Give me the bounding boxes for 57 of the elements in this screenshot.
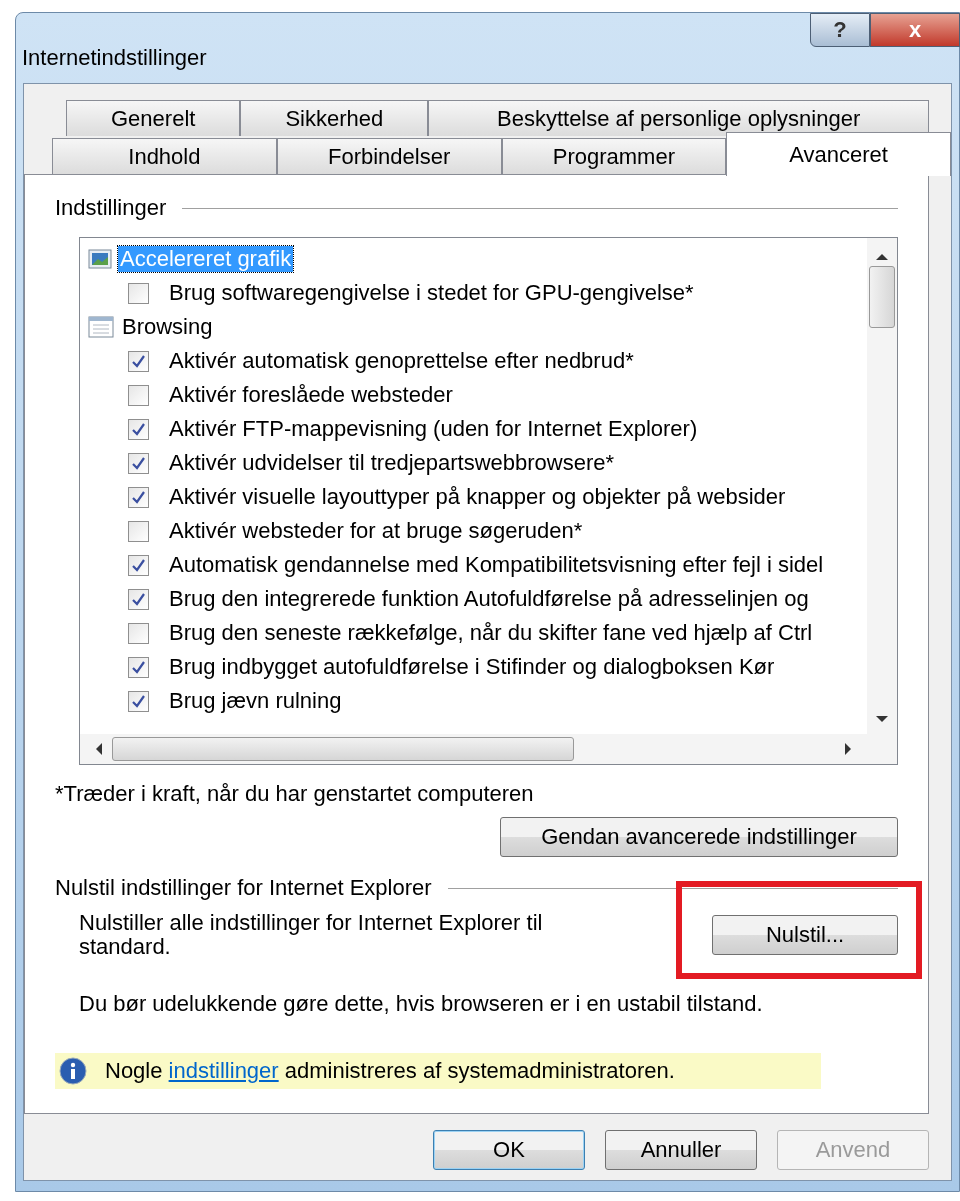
checkbox-label: Brug jævn rulning: [169, 688, 342, 714]
scroll-up-arrow-icon[interactable]: [876, 252, 888, 260]
checkbox[interactable]: [128, 588, 149, 610]
scroll-right-arrow-icon[interactable]: [845, 743, 853, 755]
dialog-button[interactable]: OK: [433, 1130, 585, 1170]
settings-link[interactable]: indstillinger: [168, 1058, 279, 1083]
checkbox-label: Aktivér foreslåede websteder: [169, 382, 453, 408]
tab[interactable]: Forbindelser: [276, 138, 502, 174]
checkbox-label: Aktivér websteder for at bruge søgeruden*: [169, 518, 583, 544]
scroll-left-arrow-icon[interactable]: [94, 743, 102, 755]
checkbox[interactable]: [128, 418, 149, 440]
window-title: Internetindstillinger: [22, 45, 207, 71]
checkbox-label: Aktivér visuelle layouttyper på knapper og objekter på websider: [169, 484, 786, 510]
checkbox[interactable]: [128, 350, 149, 372]
group-title: Indstillinger: [55, 195, 167, 221]
warning-text: Du bør udelukkende gøre dette, hvis browseren er i en ustabil tilstand.: [79, 991, 764, 1017]
checkbox-label: Brug indbygget autofuldførelse i Stifinder og dialogboksen Kør: [169, 654, 775, 680]
checkbox-label: Brug den seneste rækkefølge, når du skifter fane ved hjælp af Ctrl: [169, 620, 813, 646]
tab[interactable]: Sikkerhed: [240, 100, 429, 136]
tab[interactable]: Programmer: [501, 138, 727, 174]
info-icon: [59, 1057, 87, 1085]
tab[interactable]: Generelt: [66, 100, 241, 136]
checkbox[interactable]: [128, 554, 149, 576]
checkbox-label: Aktivér udvidelser til tredjepartswebbrowsere*: [169, 450, 615, 476]
checkbox[interactable]: [128, 656, 149, 678]
vertical-scrollbar[interactable]: [867, 238, 897, 734]
checkbox[interactable]: [128, 486, 149, 508]
checkbox-label: Aktivér automatisk genoprettelse efter nedbrud*: [169, 348, 634, 374]
tab[interactable]: Avanceret: [726, 132, 951, 176]
picture-icon: [88, 249, 112, 269]
checkbox-label: Aktivér FTP-mappevisning (uden for Internet Explorer): [169, 416, 698, 442]
checkbox[interactable]: [128, 384, 149, 406]
scroll-thumb[interactable]: [869, 266, 895, 328]
help-button[interactable]: ?: [810, 13, 870, 47]
tab[interactable]: Indhold: [52, 138, 277, 174]
checkbox[interactable]: [128, 690, 149, 712]
dialog-button[interactable]: Annuller: [605, 1130, 757, 1170]
scroll-down-arrow-icon[interactable]: [876, 716, 888, 724]
group-title: Nulstil indstillinger for Internet Explorer: [55, 875, 432, 901]
checkbox[interactable]: [128, 282, 149, 304]
footnote: *Træder i kraft, når du har genstartet computeren: [55, 781, 535, 807]
category-item[interactable]: Browsing: [120, 314, 215, 340]
horizontal-scrollbar[interactable]: [80, 734, 867, 764]
restore-button[interactable]: Gendan avancerede indstillinger: [500, 817, 898, 857]
scroll-thumb[interactable]: [112, 737, 574, 761]
checkbox-label: Brug softwaregengivelse i stedet for GPU-gengivelse*: [169, 280, 694, 306]
checkbox[interactable]: [128, 622, 149, 644]
window-icon: [88, 316, 114, 338]
checkbox[interactable]: [128, 520, 149, 542]
info-text: Nogle indstillinger administreres af systemadministratoren.: [105, 1058, 675, 1084]
checkbox[interactable]: [128, 452, 149, 474]
reset-button[interactable]: Nulstil...: [712, 915, 898, 955]
checkbox-label: Brug den integrerede funktion Autofuldførelse på adresselinjen og: [169, 586, 809, 612]
close-button[interactable]: x: [870, 13, 960, 47]
reset-description: Nulstiller alle indstillinger for Internet Explorer til standard.: [79, 911, 544, 959]
checkbox-label: Automatisk gendannelse med Kompatibilitetsvisning efter fejl i sidel: [169, 552, 824, 578]
tab[interactable]: Beskyttelse af personlige oplysninger: [428, 100, 929, 136]
